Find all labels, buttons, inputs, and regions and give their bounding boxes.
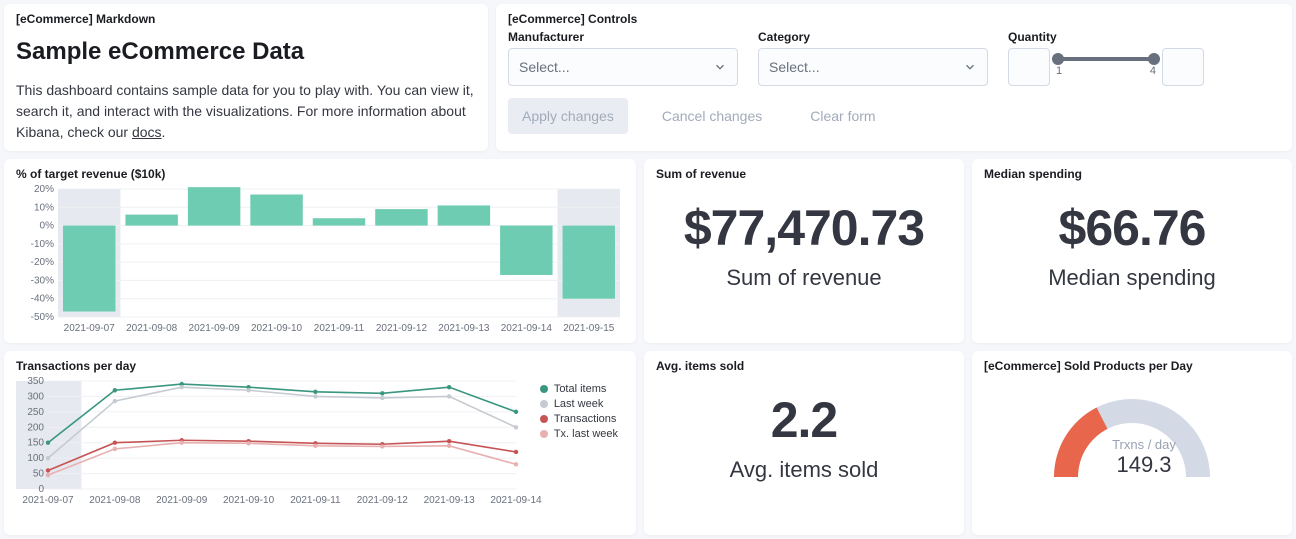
svg-text:200: 200 bbox=[27, 422, 44, 433]
svg-text:2021-09-12: 2021-09-12 bbox=[376, 323, 428, 334]
gauge-value: 149.3 bbox=[984, 452, 1296, 478]
svg-text:-20%: -20% bbox=[31, 257, 54, 268]
chevron-down-icon bbox=[713, 60, 727, 74]
panel-title: [eCommerce] Controls bbox=[508, 12, 1280, 26]
quantity-label: Quantity bbox=[1008, 30, 1204, 44]
panel-title: Transactions per day bbox=[16, 359, 624, 373]
chevron-down-icon bbox=[963, 60, 977, 74]
panel-title: [eCommerce] Sold Products per Day bbox=[984, 359, 1280, 373]
apply-changes-button[interactable]: Apply changes bbox=[508, 98, 628, 134]
manufacturer-control: Manufacturer Select... bbox=[508, 30, 738, 86]
svg-text:2021-09-07: 2021-09-07 bbox=[64, 323, 116, 334]
quantity-slider[interactable]: 1 4 bbox=[1056, 48, 1156, 86]
svg-text:2021-09-15: 2021-09-15 bbox=[563, 323, 615, 334]
category-label: Category bbox=[758, 30, 988, 44]
target-revenue-panel: % of target revenue ($10k) 20% 10% 0% -10% -… bbox=[4, 159, 636, 343]
svg-text:2021-09-09: 2021-09-09 bbox=[156, 495, 208, 506]
markdown-body-suffix: . bbox=[162, 124, 166, 140]
svg-text:2021-09-08: 2021-09-08 bbox=[89, 495, 141, 506]
svg-text:300: 300 bbox=[27, 391, 44, 402]
sum-revenue-value: $77,470.73 bbox=[656, 199, 952, 257]
sum-revenue-panel: Sum of revenue $77,470.73 Sum of revenue bbox=[644, 159, 964, 343]
svg-text:100: 100 bbox=[27, 453, 44, 464]
svg-text:2021-09-12: 2021-09-12 bbox=[357, 495, 409, 506]
transactions-chart[interactable]: 350 300 250 200 150 100 50 02021-09-07 2021-09-0… bbox=[16, 377, 624, 527]
legend-dot-icon bbox=[540, 415, 548, 423]
slider-min-label: 1 bbox=[1056, 65, 1062, 77]
svg-text:2021-09-11: 2021-09-11 bbox=[314, 323, 365, 334]
sum-revenue-label: Sum of revenue bbox=[656, 265, 952, 291]
manufacturer-select[interactable]: Select... bbox=[508, 48, 738, 86]
manufacturer-placeholder: Select... bbox=[519, 59, 570, 75]
markdown-heading: Sample eCommerce Data bbox=[16, 38, 476, 66]
markdown-panel: [eCommerce] Markdown Sample eCommerce Da… bbox=[4, 4, 488, 151]
svg-text:-50%: -50% bbox=[31, 312, 54, 323]
sold-per-day-panel: [eCommerce] Sold Products per Day Trxns … bbox=[972, 351, 1292, 535]
svg-text:2021-09-10: 2021-09-10 bbox=[251, 323, 303, 334]
panel-title: Median spending bbox=[984, 167, 1280, 181]
quantity-min-input[interactable] bbox=[1008, 48, 1050, 86]
quantity-control: Quantity 1 4 bbox=[1008, 30, 1204, 86]
category-select[interactable]: Select... bbox=[758, 48, 988, 86]
transactions-panel: Transactions per day 350 300 250 200 150 100 5… bbox=[4, 351, 636, 535]
svg-text:2021-09-10: 2021-09-10 bbox=[223, 495, 275, 506]
svg-text:2021-09-11: 2021-09-11 bbox=[290, 495, 341, 506]
legend-total-items: Total items bbox=[554, 383, 607, 395]
legend-dot-icon bbox=[540, 400, 548, 408]
manufacturer-label: Manufacturer bbox=[508, 30, 738, 44]
svg-text:2021-09-13: 2021-09-13 bbox=[438, 323, 490, 334]
avg-items-panel: Avg. items sold 2.2 Avg. items sold bbox=[644, 351, 964, 535]
svg-text:2021-09-07: 2021-09-07 bbox=[22, 495, 74, 506]
svg-text:150: 150 bbox=[27, 438, 44, 449]
svg-text:10%: 10% bbox=[34, 202, 54, 213]
markdown-body-text: This dashboard contains sample data for … bbox=[16, 82, 474, 140]
svg-text:0: 0 bbox=[38, 484, 44, 495]
slider-knob-max[interactable] bbox=[1148, 53, 1160, 65]
panel-title: Avg. items sold bbox=[656, 359, 952, 373]
svg-text:50: 50 bbox=[33, 469, 45, 480]
target-revenue-chart[interactable]: 20% 10% 0% -10% -20% -30% -40% -50% 2021-09-07 20… bbox=[16, 185, 624, 335]
markdown-body: This dashboard contains sample data for … bbox=[16, 80, 476, 143]
svg-text:20%: 20% bbox=[34, 185, 54, 195]
panel-title: [eCommerce] Markdown bbox=[16, 12, 476, 26]
svg-text:2021-09-13: 2021-09-13 bbox=[424, 495, 476, 506]
legend-dot-icon bbox=[540, 430, 548, 438]
svg-text:-40%: -40% bbox=[31, 294, 54, 305]
svg-text:2021-09-14: 2021-09-14 bbox=[490, 495, 542, 506]
transactions-legend: Total items Last week Transactions Tx. l… bbox=[540, 383, 618, 443]
median-spending-label: Median spending bbox=[984, 265, 1280, 291]
gauge-sublabel: Trxns / day bbox=[984, 437, 1296, 452]
svg-text:2021-09-14: 2021-09-14 bbox=[501, 323, 553, 334]
svg-text:-10%: -10% bbox=[31, 239, 54, 250]
clear-form-button[interactable]: Clear form bbox=[796, 98, 889, 134]
median-spending-panel: Median spending $66.76 Median spending bbox=[972, 159, 1292, 343]
legend-last-week: Last week bbox=[554, 398, 604, 410]
panel-title: Sum of revenue bbox=[656, 167, 952, 181]
legend-dot-icon bbox=[540, 385, 548, 393]
slider-knob-min[interactable] bbox=[1052, 53, 1064, 65]
panel-title: % of target revenue ($10k) bbox=[16, 167, 624, 181]
avg-items-value: 2.2 bbox=[656, 391, 952, 449]
slider-max-label: 4 bbox=[1150, 65, 1156, 77]
svg-text:2021-09-09: 2021-09-09 bbox=[189, 323, 241, 334]
legend-transactions: Transactions bbox=[554, 413, 617, 425]
legend-tx-last-week: Tx. last week bbox=[554, 428, 618, 440]
quantity-max-input[interactable] bbox=[1162, 48, 1204, 86]
category-control: Category Select... bbox=[758, 30, 988, 86]
docs-link[interactable]: docs bbox=[132, 124, 162, 140]
controls-panel: [eCommerce] Controls Manufacturer Select… bbox=[496, 4, 1292, 151]
svg-text:350: 350 bbox=[27, 377, 44, 387]
svg-text:250: 250 bbox=[27, 407, 44, 418]
median-spending-value: $66.76 bbox=[984, 199, 1280, 257]
avg-items-label: Avg. items sold bbox=[656, 457, 952, 483]
cancel-changes-button[interactable]: Cancel changes bbox=[648, 98, 776, 134]
svg-text:0%: 0% bbox=[40, 221, 55, 232]
svg-text:-30%: -30% bbox=[31, 275, 54, 286]
category-placeholder: Select... bbox=[769, 59, 820, 75]
svg-text:2021-09-08: 2021-09-08 bbox=[126, 323, 178, 334]
